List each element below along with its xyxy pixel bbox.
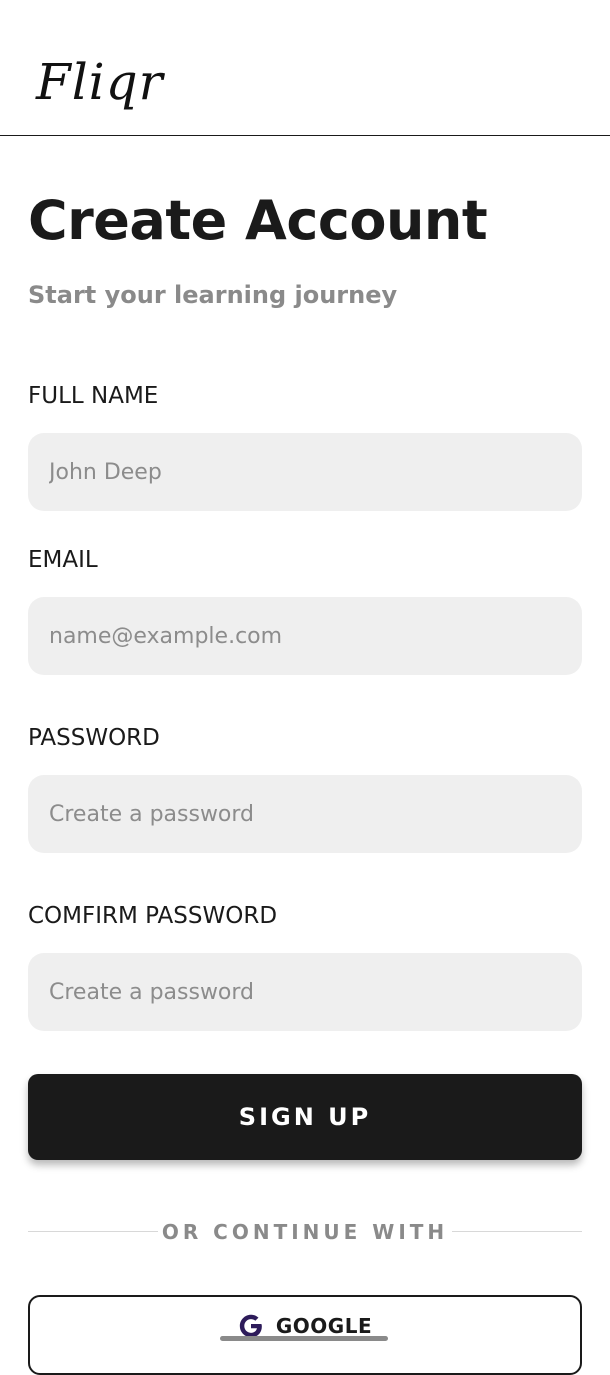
page-title: Create Account — [28, 189, 488, 252]
divider-line-left — [28, 1231, 158, 1232]
password-label: PASSWORD — [28, 725, 160, 751]
email-input[interactable] — [28, 597, 582, 675]
confirm-password-label: COMFIRM PASSWORD — [28, 903, 278, 929]
app-header: Fliqr — [0, 0, 610, 136]
home-indicator-bar[interactable] — [220, 1336, 388, 1341]
full-name-label: FULL NAME — [28, 383, 159, 409]
sign-up-button[interactable]: SIGN UP — [28, 1074, 582, 1160]
confirm-password-input[interactable] — [28, 953, 582, 1031]
full-name-input[interactable] — [28, 433, 582, 511]
divider-line-right — [452, 1231, 582, 1232]
password-input[interactable] — [28, 775, 582, 853]
google-sign-in-button[interactable]: GOOGLE — [28, 1295, 582, 1375]
email-label: EMAIL — [28, 547, 98, 573]
or-continue-with-text: OR CONTINUE WITH — [161, 1220, 449, 1244]
page-subtitle: Start your learning journey — [28, 281, 398, 309]
app-logo: Fliqr — [36, 53, 164, 111]
